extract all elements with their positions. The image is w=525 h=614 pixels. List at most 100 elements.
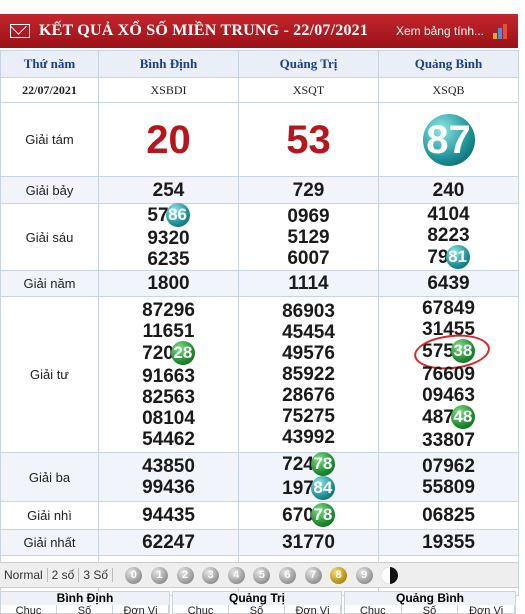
circled-number: 57538 — [422, 339, 475, 364]
option-3-digits[interactable]: 3 Số — [79, 568, 114, 582]
view-table-link[interactable]: Xem bảng tính... — [396, 24, 484, 38]
prize-number: 91663 — [142, 365, 195, 387]
prize-number: 31770 — [282, 532, 335, 553]
loto-block: Bình Định Chục Số Đơn Vị — [0, 591, 170, 614]
digit-5-button[interactable]: 5 — [253, 566, 271, 584]
province-quang-tri[interactable]: Quảng Trị — [238, 50, 379, 78]
prize-number: 09463 — [422, 385, 475, 406]
col-header: Số — [57, 605, 113, 614]
prize-label: Giải ba — [0, 452, 99, 502]
prize-number: 67078 — [239, 502, 378, 528]
highlighted-number-ball: 78 — [310, 452, 335, 476]
prize-label: Giải sáu — [0, 203, 99, 271]
digit-9-button[interactable]: 9 — [355, 566, 373, 584]
prize-number: 82563 — [142, 386, 195, 408]
prize-number: 0969 — [287, 205, 330, 227]
loto-province: Quảng Trị — [173, 592, 341, 605]
prize-number: 57538 — [379, 339, 518, 364]
prize-number: 6439 — [427, 273, 470, 294]
prize-number: 254 — [152, 179, 185, 201]
province-row: Thứ năm Bình Định Quảng Trị Quảng Bình — [0, 50, 519, 78]
prize-number: 72478 — [239, 452, 378, 477]
results-header: KẾT QUẢ XỔ SỐ MIỀN TRUNG - 22/07/2021 Xe… — [0, 14, 518, 48]
prize-number: 94435 — [142, 505, 195, 526]
prize-row-5: Giải năm 1800 1114 6439 — [0, 270, 519, 297]
prize-number: 48748 — [379, 405, 518, 430]
prize-number: 67849 — [422, 298, 475, 319]
draw-date: 22/07/2021 — [0, 77, 99, 103]
col-header: Chục — [173, 605, 229, 614]
prize-number: 1114 — [288, 273, 329, 294]
prize-number: 53 — [286, 117, 331, 162]
prize-number: 240 — [432, 179, 465, 201]
digit-2-button[interactable]: 2 — [176, 566, 194, 584]
page-title: KẾT QUẢ XỔ SỐ MIỀN TRUNG - 22/07/2021 — [39, 22, 369, 39]
loto-province: Quảng Bình — [345, 592, 515, 605]
loto-table: Bình Định Chục Số Đơn Vị Quảng Trị Chục Số Đ… — [0, 591, 518, 614]
prize-number: 9320 — [147, 228, 190, 249]
prize-number: 99436 — [142, 477, 195, 498]
province-binh-dinh[interactable]: Bình Định — [98, 50, 239, 78]
prize-row-3: Giải ba 43850 99436 72478 19784 07962 55… — [0, 452, 519, 502]
col-header: Số — [402, 605, 459, 614]
prize-number: 11651 — [142, 320, 195, 342]
prize-number: 87296 — [142, 299, 195, 321]
digit-3-button[interactable]: 3 — [202, 566, 220, 584]
option-2-digits[interactable]: 2 số — [48, 568, 80, 582]
prize-number: 4104 — [427, 204, 470, 225]
province-code: XSBDI — [98, 77, 239, 103]
highlighted-number-ball: 86 — [165, 203, 190, 227]
prize-row-4: Giải tư 87296 11651 72028 91663 82563 08… — [0, 296, 519, 453]
highlighted-number-ball: 38 — [450, 339, 475, 363]
prize-number: 5786 — [99, 203, 238, 228]
prize-row-6: Giải sáu 5786 9320 6235 0969 5129 6007 4… — [0, 203, 519, 271]
prize-number: 62247 — [142, 532, 195, 553]
digit-7-button[interactable]: 7 — [304, 566, 322, 584]
col-header: Số — [229, 605, 285, 614]
digit-filter: 0 1 2 3 4 5 6 7 8 9 — [121, 566, 403, 584]
prize-number: 49576 — [282, 343, 335, 364]
bar-chart-icon[interactable] — [492, 23, 510, 39]
col-header: Đơn Vị — [458, 605, 516, 614]
col-header: Đơn Vị — [285, 605, 341, 614]
province-code: XSQB — [378, 77, 519, 103]
digit-8-button[interactable]: 8 — [330, 566, 348, 584]
highlighted-number-ball: 81 — [445, 245, 470, 269]
prize-label: Giải năm — [0, 270, 99, 297]
digit-1-button[interactable]: 1 — [150, 566, 168, 584]
yin-yang-icon[interactable] — [381, 566, 399, 584]
province-code: XSQT — [238, 77, 379, 103]
prize-number: 8223 — [427, 225, 470, 246]
display-options-bar: Normal 2 số 3 Số 0 1 2 3 4 5 6 7 8 9 — [0, 562, 518, 588]
digit-4-button[interactable]: 4 — [227, 566, 245, 584]
digit-6-button[interactable]: 6 — [278, 566, 296, 584]
province-quang-binh[interactable]: Quảng Bình — [378, 50, 519, 78]
prize-number: 86903 — [282, 301, 335, 322]
highlighted-number-ball: 78 — [310, 502, 335, 527]
digit-0-button[interactable]: 0 — [125, 566, 143, 584]
loto-block: Quảng Trị Chục Số Đơn Vị — [172, 591, 342, 614]
prize-row-1: Giải nhất 62247 31770 19355 — [0, 529, 519, 556]
loto-province: Bình Định — [1, 592, 169, 605]
prize-number: 729 — [292, 179, 325, 201]
mail-icon[interactable] — [10, 24, 30, 38]
prize-number: 7981 — [379, 245, 518, 270]
code-row: 22/07/2021 XSBDI XSQT XSQB — [0, 77, 519, 103]
prize-number: 19784 — [239, 476, 378, 501]
prize-number: 75275 — [282, 406, 335, 427]
prize-number: 1800 — [147, 273, 190, 294]
prize-row-7: Giải bảy 254 729 240 — [0, 176, 519, 204]
prize-number: 33807 — [422, 430, 475, 451]
prize-number: 06825 — [422, 505, 475, 526]
weekday-cell: Thứ năm — [0, 50, 99, 78]
prize-label: Giải nhất — [0, 529, 99, 556]
results-table: Thứ năm Bình Định Quảng Trị Quảng Bình 2… — [0, 50, 519, 596]
highlighted-number-ball: 28 — [170, 340, 195, 365]
prize-number: 43850 — [142, 456, 195, 477]
col-header: Chục — [345, 605, 402, 614]
highlighted-number-ball: 48 — [450, 405, 475, 429]
col-header: Đơn Vị — [113, 605, 169, 614]
option-normal[interactable]: Normal — [0, 568, 48, 582]
prize-row-2: Giải nhì 94435 67078 06825 — [0, 501, 519, 530]
prize-label: Giải bảy — [0, 176, 99, 204]
